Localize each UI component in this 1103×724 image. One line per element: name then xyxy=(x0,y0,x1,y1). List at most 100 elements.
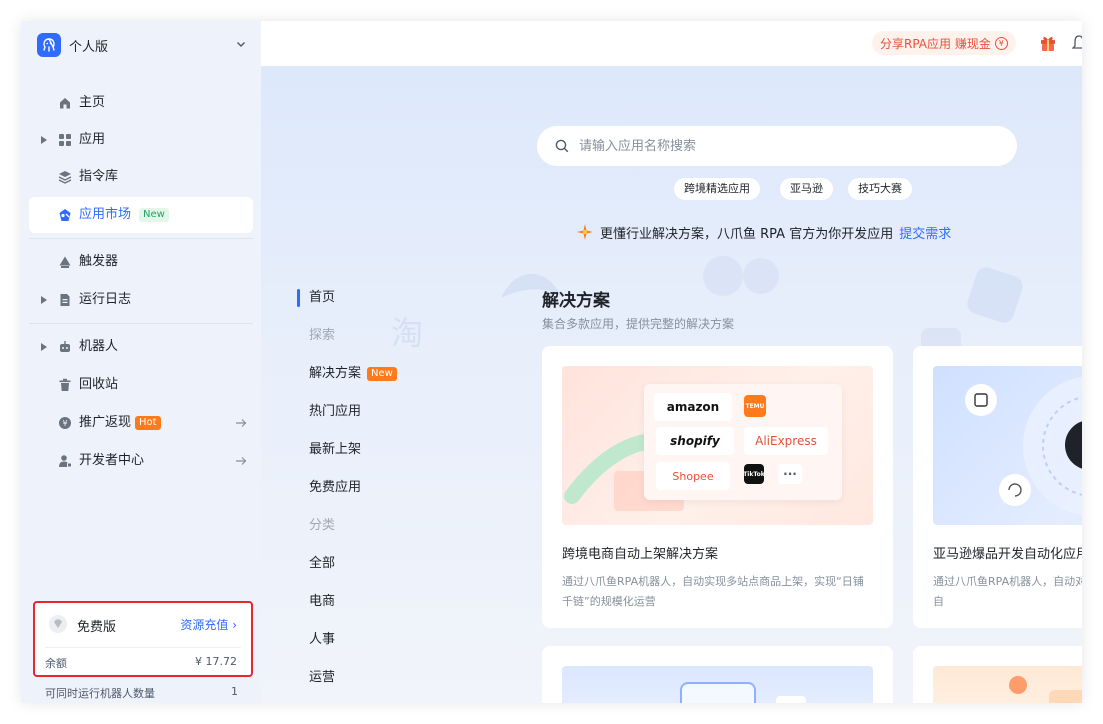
shopify-logo: shopify xyxy=(656,427,734,455)
divider xyxy=(29,238,253,239)
sidebar-item-home[interactable]: 主页 xyxy=(29,85,253,121)
search-icon xyxy=(555,139,569,153)
app-market-main: 淘 跨境精选应用 亚马逊 技巧大赛 更懂行业解决方案，八爪鱼 RPA 官方为你开… xyxy=(261,66,1082,703)
category-ecommerce[interactable]: 电商 xyxy=(309,592,335,612)
top-bar: 分享RPA应用 赚现金 ¥ xyxy=(261,21,1082,66)
caret-right-icon xyxy=(41,136,47,144)
card-description: 通过八爪鱼RPA机器人，自动实现多站点商品上架，实现“日铺千链”的规模化运营 xyxy=(562,575,864,608)
solution-card[interactable]: amazon TEMU shopify AliExpress Shopee Ti… xyxy=(542,346,893,628)
tag-amazon[interactable]: 亚马逊 xyxy=(780,178,833,200)
solution-thumbnail: amazon TEMU shopify AliExpress Shopee Ti… xyxy=(562,366,873,525)
shopee-logo: Shopee xyxy=(656,462,730,490)
concurrent-robots-label: 可同时运行机器人数量 xyxy=(45,687,155,700)
search-bar[interactable] xyxy=(537,126,1017,166)
app-window: 个人版 主页 应用 指令库 应用市场 New 触发器 运行日志 机器人 回收站 … xyxy=(21,21,1082,703)
pin-illustration xyxy=(1009,676,1027,694)
solution-card[interactable] xyxy=(542,646,893,703)
sidebar-item-robot[interactable]: 机器人 xyxy=(29,329,253,365)
platform-logos-panel: amazon TEMU shopify AliExpress Shopee Ti… xyxy=(644,384,842,500)
category-newest[interactable]: 最新上架 xyxy=(309,440,361,460)
chevron-down-icon xyxy=(237,42,245,47)
sidebar-item-commands[interactable]: 指令库 xyxy=(29,159,253,195)
layers-icon xyxy=(58,171,72,184)
category-popular[interactable]: 热门应用 xyxy=(309,402,361,422)
diamond-icon xyxy=(49,615,67,633)
sidebar-item-recycle-bin[interactable]: 回收站 xyxy=(29,367,253,403)
gift-icon[interactable] xyxy=(1039,34,1057,52)
caret-right-icon xyxy=(41,343,47,351)
tag-cross-border[interactable]: 跨境精选应用 xyxy=(674,178,760,200)
card-title: 跨境电商自动上架解决方案 xyxy=(562,547,719,562)
trash-icon xyxy=(59,378,71,391)
category-solutions[interactable]: 解决方案 New xyxy=(309,364,397,384)
recharge-link[interactable]: 资源充值 › xyxy=(180,616,237,633)
category-all[interactable]: 全部 xyxy=(309,554,335,574)
solution-card[interactable] xyxy=(913,646,1082,703)
card-title: 亚马逊爆品开发自动化应用 xyxy=(933,547,1082,562)
share-earn-label: 分享RPA应用 赚现金 xyxy=(880,36,991,51)
arrow-right-icon xyxy=(236,457,247,465)
sidebar-item-run-log[interactable]: 运行日志 xyxy=(29,282,253,318)
promo-banner: 更懂行业解决方案，八爪鱼 RPA 官方为你开发应用 提交需求 xyxy=(261,223,1082,242)
octopus-logo-icon xyxy=(37,33,61,57)
solution-thumbnail xyxy=(562,666,873,703)
amazon-illustration xyxy=(965,376,1082,516)
share-earn-button[interactable]: 分享RPA应用 赚现金 ¥ xyxy=(872,31,1016,55)
solution-card[interactable]: a 亚马逊爆品开发自动化应用 通过八爪鱼RPA机器人，自动对亚洗、二次分析，实现… xyxy=(913,346,1082,628)
submit-request-link[interactable]: 提交需求 xyxy=(899,227,951,242)
search-input[interactable] xyxy=(579,136,999,156)
hot-badge: Hot xyxy=(135,416,161,430)
svg-text:¥: ¥ xyxy=(62,419,67,428)
box-illustration xyxy=(1049,690,1082,703)
log-icon xyxy=(60,294,70,306)
grid-icon xyxy=(59,134,71,146)
phone-illustration xyxy=(680,682,756,703)
workspace-switcher[interactable]: 个人版 xyxy=(37,32,247,58)
category-home[interactable]: 首页 xyxy=(296,288,335,308)
sidebar-item-app-market[interactable]: 应用市场 New xyxy=(29,197,253,233)
solution-thumbnail: a xyxy=(933,366,1082,525)
tiktok-logo: TikTok xyxy=(743,464,765,484)
tag-tips-contest[interactable]: 技巧大赛 xyxy=(848,178,912,200)
trigger-icon xyxy=(59,256,71,268)
sidebar: 个人版 主页 应用 指令库 应用市场 New 触发器 运行日志 机器人 回收站 … xyxy=(21,21,261,703)
promo-text: 更懂行业解决方案，八爪鱼 RPA 官方为你开发应用 xyxy=(600,227,894,242)
developer-icon xyxy=(59,455,72,468)
sidebar-item-referral[interactable]: ¥ 推广返现 Hot xyxy=(29,405,253,441)
category-group-classify: 分类 xyxy=(309,518,336,533)
svg-text:淘: 淘 xyxy=(391,314,423,352)
section-title: 解决方案 xyxy=(542,291,610,311)
quick-tags: 跨境精选应用 亚马逊 技巧大赛 xyxy=(261,178,1082,202)
balance-value: ¥ 17.72 xyxy=(195,655,237,668)
divider xyxy=(45,647,241,648)
market-icon xyxy=(59,209,71,221)
chat-illustration xyxy=(776,696,806,703)
category-hr[interactable]: 人事 xyxy=(309,630,335,650)
home-icon xyxy=(60,98,70,109)
sidebar-item-label: 应用市场 xyxy=(79,207,132,222)
sidebar-item-apps[interactable]: 应用 xyxy=(29,122,253,158)
amazon-logo: amazon xyxy=(654,393,732,421)
solution-thumbnail xyxy=(933,666,1082,703)
arrow-right-icon xyxy=(236,419,247,427)
card-description: 通过八爪鱼RPA机器人，自动对亚洗、二次分析，实现选品评级自 xyxy=(933,575,1082,608)
bell-icon[interactable] xyxy=(1072,34,1082,52)
coin-icon: ¥ xyxy=(59,417,71,429)
workspace-name: 个人版 xyxy=(69,39,109,55)
category-free[interactable]: 免费应用 xyxy=(309,478,361,498)
more-icon: ··· xyxy=(778,464,802,484)
robot-icon xyxy=(60,341,70,352)
temu-logo: TEMU xyxy=(744,395,766,417)
new-badge: New xyxy=(139,208,169,222)
aliexpress-logo: AliExpress xyxy=(744,427,828,455)
divider xyxy=(29,323,253,324)
yen-icon: ¥ xyxy=(994,36,1008,50)
sidebar-item-trigger[interactable]: 触发器 xyxy=(29,244,253,280)
sidebar-item-developer-center[interactable]: 开发者中心 xyxy=(29,443,253,479)
plan-name: 免费版 xyxy=(77,620,117,635)
category-operations[interactable]: 运营 xyxy=(309,668,335,688)
plan-card: 免费版 资源充值 › 余额 ¥ 17.72 xyxy=(33,601,253,677)
sidebar-item-label: 推广返现 xyxy=(79,415,132,430)
category-label: 解决方案 xyxy=(309,366,362,381)
section-subtitle: 集合多款应用，提供完整的解决方案 xyxy=(542,317,735,331)
